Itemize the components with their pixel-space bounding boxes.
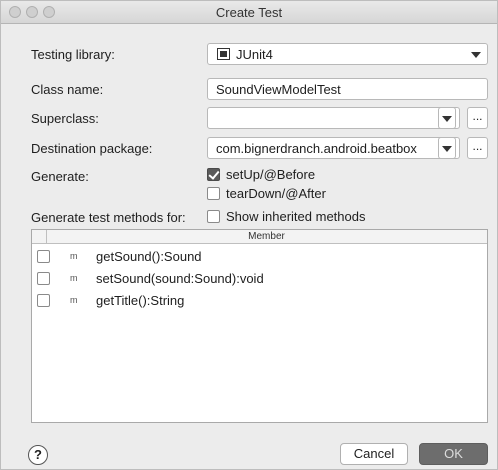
cancel-button[interactable]: Cancel [340,443,408,465]
member-column-header[interactable]: Member [46,230,487,243]
testing-library-label: Testing library: [31,47,115,62]
chevron-down-icon [442,146,452,152]
destination-dropdown-button[interactable] [438,137,456,159]
title-bar: Create Test [1,1,497,24]
teardown-checkbox[interactable] [207,187,220,200]
methods-label: Generate test methods for: [31,210,186,225]
method-icon: m [70,273,78,283]
setup-checkbox[interactable] [207,168,220,181]
superclass-label: Superclass: [31,111,99,126]
testing-library-select[interactable]: JUnit4 [207,43,488,65]
superclass-browse-button[interactable]: ... [467,107,488,129]
show-inherited-label: Show inherited methods [226,209,366,224]
superclass-field[interactable] [207,107,460,129]
table-row[interactable]: m getTitle():String [32,289,487,311]
ellipsis-label: ... [472,109,483,123]
ellipsis-label: ... [472,139,483,153]
testing-library-value: JUnit4 [236,47,273,62]
table-row[interactable]: m setSound(sound:Sound):void [32,267,487,289]
class-name-field[interactable]: SoundViewModelTest [207,78,488,100]
class-name-label: Class name: [31,82,104,97]
table-row[interactable]: m getSound():Sound [32,245,487,267]
method-icon: m [70,295,78,305]
superclass-dropdown-button[interactable] [438,107,456,129]
members-table: Member m getSound():Sound m setSound(sou… [31,229,488,423]
class-name-value: SoundViewModelTest [216,82,341,97]
generate-label: Generate: [31,169,89,184]
member-name: setSound(sound:Sound):void [96,271,264,286]
member-checkbox[interactable] [37,272,50,285]
member-checkbox[interactable] [37,294,50,307]
junit-icon [217,48,230,60]
member-name: getSound():Sound [96,249,202,264]
destination-package-field[interactable]: com.bignerdranch.android.beatbox [207,137,460,159]
destination-package-label: Destination package: [31,141,153,156]
teardown-label: tearDown/@After [226,186,326,201]
chevron-down-icon [442,116,452,122]
table-header: Member [32,230,487,244]
member-name: getTitle():String [96,293,185,308]
chevron-down-icon [471,52,481,58]
member-checkbox[interactable] [37,250,50,263]
method-icon: m [70,251,78,261]
setup-label: setUp/@Before [226,167,316,182]
window-title: Create Test [215,5,283,20]
destination-browse-button[interactable]: ... [467,137,488,159]
help-icon[interactable]: ? [28,445,48,465]
show-inherited-checkbox[interactable] [207,210,220,223]
ok-button[interactable]: OK [419,443,488,465]
destination-package-value: com.bignerdranch.android.beatbox [216,141,417,156]
create-test-dialog: Create Test Testing library: JUnit4 Clas… [0,0,498,470]
